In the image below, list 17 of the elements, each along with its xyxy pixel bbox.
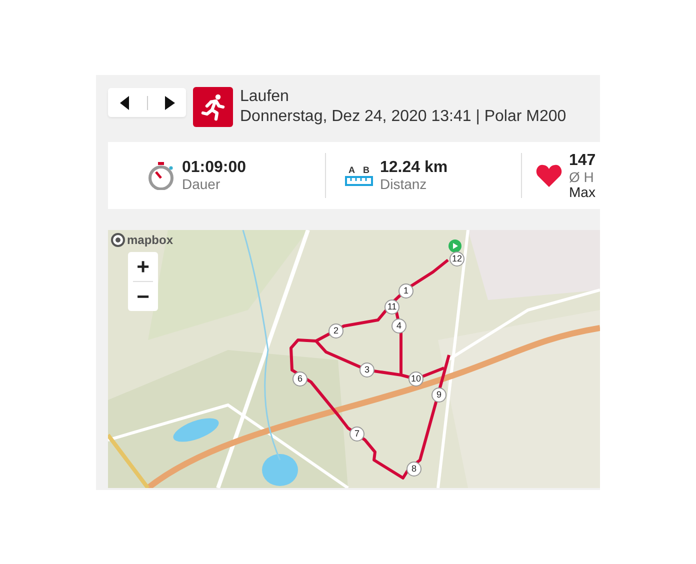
heart-icon: [536, 164, 562, 188]
right-arrow-icon: [164, 96, 174, 110]
activity-title: Laufen: [240, 87, 290, 107]
zoom-in-button[interactable]: +: [128, 252, 158, 281]
stat-label: Ø H: [569, 170, 595, 184]
stat-value: 147: [569, 152, 596, 170]
stat-value: 01:09:00: [182, 159, 246, 177]
start-flag-icon: [448, 239, 462, 253]
mapbox-logo: mapbox: [111, 233, 174, 247]
zoom-out-button[interactable]: −: [128, 282, 158, 311]
stat-label: Distanz: [380, 177, 428, 192]
stat-extra: Max: [569, 184, 596, 200]
session-details: Donnerstag, Dez 24, 2020 13:41 | Polar M200: [240, 107, 566, 127]
stat-value: 12.24 km: [380, 159, 448, 177]
stopwatch-icon: [148, 162, 175, 190]
left-arrow-icon: [120, 96, 130, 110]
stat-label: Dauer: [182, 177, 222, 192]
